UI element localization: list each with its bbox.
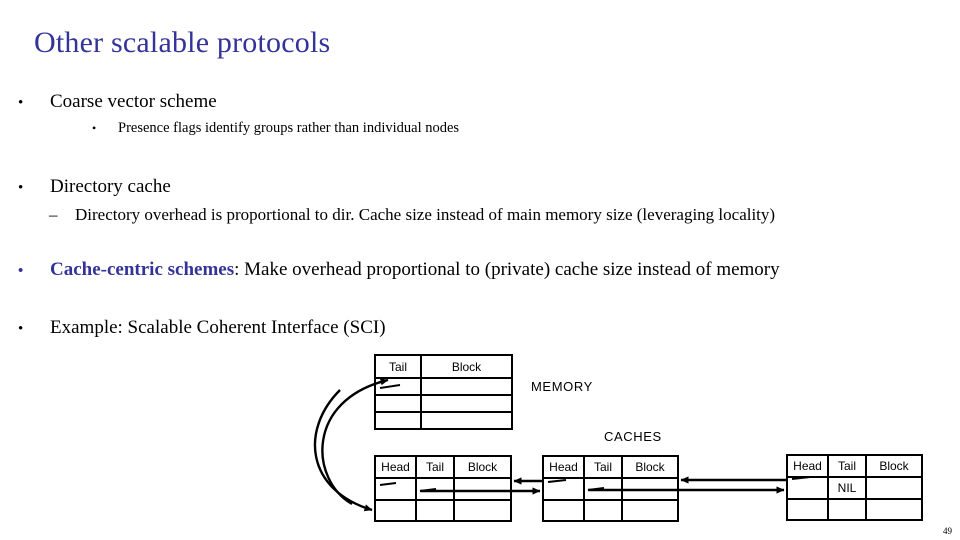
bullet-text: Presence flags identify groups rather th… bbox=[118, 120, 460, 136]
caches-label: CACHES bbox=[604, 429, 662, 444]
slide-canvas: Other scalable protocols • Coarse vector … bbox=[0, 0, 960, 540]
cache-table-1: Head Tail Block bbox=[374, 455, 512, 522]
cache2-cell-head bbox=[544, 501, 585, 520]
table-row: NIL bbox=[788, 478, 921, 500]
table-row bbox=[544, 479, 677, 501]
cache2-cell-block bbox=[623, 501, 677, 520]
page-title: Other scalable protocols bbox=[34, 26, 331, 59]
memory-cell-tail bbox=[376, 379, 422, 394]
table-header-row: Head Tail Block bbox=[788, 456, 921, 478]
memory-header-tail: Tail bbox=[376, 356, 422, 377]
table-row bbox=[376, 396, 511, 413]
cache2-header-head: Head bbox=[544, 457, 585, 477]
bullet-marker: • bbox=[18, 263, 24, 279]
cache3-header-head: Head bbox=[788, 456, 829, 476]
cache3-cell-block bbox=[867, 478, 921, 498]
bullet-marker: • bbox=[92, 121, 97, 135]
dash-marker: – bbox=[49, 205, 58, 224]
cache1-header-head: Head bbox=[376, 457, 417, 477]
cache2-cell-block bbox=[623, 479, 677, 499]
bullet-cache-centric-schemes: • Cache-centric schemes: Make overhead pr… bbox=[18, 258, 914, 283]
bullet-text: Directory overhead is proportional to di… bbox=[75, 205, 776, 224]
memory-cell-block bbox=[422, 379, 511, 394]
cache-table-2: Head Tail Block bbox=[542, 455, 679, 522]
memory-cell-block bbox=[422, 396, 511, 411]
table-header-row: Head Tail Block bbox=[376, 457, 510, 479]
cache3-cell-tail-nil: NIL bbox=[829, 478, 867, 498]
memory-cell-block bbox=[422, 413, 511, 428]
bullet-text: Example: Scalable Coherent Interface (SC… bbox=[50, 317, 386, 338]
cache1-header-tail: Tail bbox=[417, 457, 455, 477]
bullet-accent-text: Cache-centric schemes bbox=[50, 259, 235, 280]
table-row bbox=[376, 413, 511, 428]
bullet-presence-flags: • Presence flags identify groups rather t… bbox=[92, 119, 725, 137]
memory-cell-tail bbox=[376, 396, 422, 411]
cache3-cell-head bbox=[788, 478, 829, 498]
bullet-coarse-vector-scheme: • Coarse vector scheme bbox=[18, 90, 534, 115]
table-row bbox=[376, 479, 510, 501]
cache1-cell-tail bbox=[417, 479, 455, 499]
curved-arrow-memory-to-cache bbox=[313, 389, 373, 512]
bullet-text: Coarse vector scheme bbox=[50, 91, 217, 112]
cache1-cell-block bbox=[455, 501, 510, 520]
table-header-row: Tail Block bbox=[376, 356, 511, 379]
bullet-text: : Make overhead proportional to (private… bbox=[234, 259, 780, 280]
bullet-marker: • bbox=[18, 180, 24, 196]
cache2-header-block: Block bbox=[635, 460, 665, 474]
cache-table-3: Head Tail Block NIL bbox=[786, 454, 923, 521]
cache1-cell-block bbox=[455, 479, 510, 499]
cache2-cell-head bbox=[544, 479, 585, 499]
page-number: 49 bbox=[943, 526, 952, 536]
bullet-text: Directory cache bbox=[50, 176, 171, 197]
cache2-cell-tail bbox=[585, 501, 623, 520]
memory-label: MEMORY bbox=[531, 379, 593, 394]
cache3-cell-head bbox=[788, 500, 829, 519]
cache3-header-block: Block bbox=[879, 459, 909, 473]
table-header-row: Head Tail Block bbox=[544, 457, 677, 479]
cache1-cell-head bbox=[376, 501, 417, 520]
bullet-directory-cache: • Directory cache bbox=[18, 175, 534, 200]
table-row bbox=[544, 501, 677, 520]
cache3-header-tail: Tail bbox=[829, 456, 867, 476]
bullet-marker: • bbox=[18, 95, 24, 111]
bullet-directory-overhead: – Directory overhead is proportional to d… bbox=[49, 204, 924, 225]
cache2-cell-tail bbox=[585, 479, 623, 499]
cache1-cell-head bbox=[376, 479, 417, 499]
cache1-cell-tail bbox=[417, 501, 455, 520]
bullet-marker: • bbox=[18, 321, 24, 337]
bullet-example-sci: • Example: Scalable Coherent Interface (S… bbox=[18, 316, 634, 341]
memory-header-block: Block bbox=[451, 359, 482, 374]
memory-cell-tail bbox=[376, 413, 422, 428]
memory-table: Tail Block bbox=[374, 354, 513, 430]
cache1-header-block: Block bbox=[467, 460, 498, 474]
cache3-cell-tail bbox=[829, 500, 867, 519]
cache2-header-tail: Tail bbox=[585, 457, 623, 477]
table-row bbox=[376, 501, 510, 520]
cache3-cell-block bbox=[867, 500, 921, 519]
table-row bbox=[788, 500, 921, 519]
table-row bbox=[376, 379, 511, 396]
